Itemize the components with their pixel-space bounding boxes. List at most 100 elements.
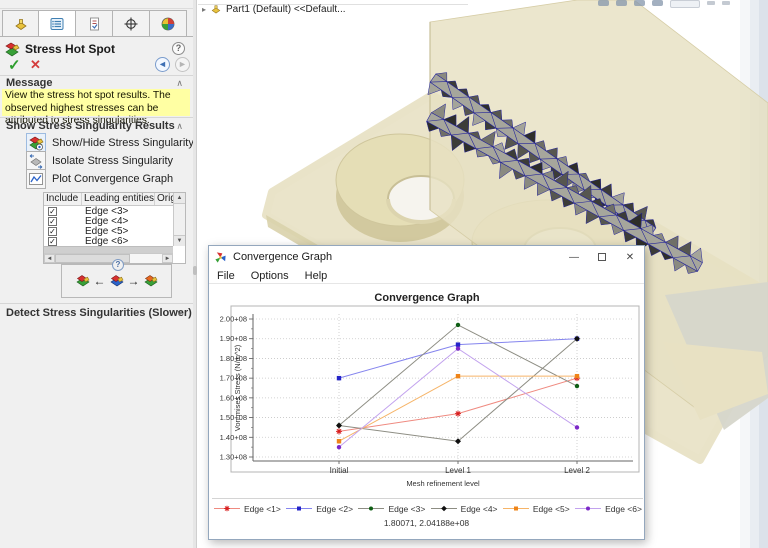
maximize-button[interactable] <box>588 246 616 268</box>
minimize-button[interactable]: — <box>560 246 588 268</box>
close-button[interactable]: ✕ <box>616 246 644 268</box>
view-tool-icon[interactable] <box>634 0 645 6</box>
collapse-chevron-icon[interactable]: ∧ <box>176 78 183 89</box>
table-row[interactable]: ✓ Edge <4> <box>44 216 173 227</box>
column-header-leading-entities[interactable]: Leading entities <box>82 193 155 205</box>
column-header-original[interactable]: Original/In <box>155 193 173 205</box>
legend-label: Edge <5> <box>532 503 570 514</box>
legend-item: Edge <3> <box>355 504 427 514</box>
back-arrow-button[interactable]: ◄ <box>155 57 170 72</box>
window-app-icon <box>215 251 226 263</box>
view-tool-icon[interactable] <box>652 0 663 6</box>
tab-dimxpertmanager[interactable] <box>113 10 150 37</box>
dimxpert-crosshair-icon <box>124 17 138 30</box>
show-hide-singularity-label: Show/Hide Stress Singularity <box>52 137 194 149</box>
view-tool-icon[interactable] <box>616 0 627 6</box>
svg-text:Convergence Graph: Convergence Graph <box>374 292 479 304</box>
convergence-graph-window[interactable]: Convergence Graph — ✕ File Options Help Co… <box>208 245 645 540</box>
svg-text:Initial: Initial <box>330 466 349 475</box>
tree-expand-icon[interactable]: ▸ <box>202 5 206 14</box>
cancel-button[interactable]: ✕ <box>30 57 41 73</box>
displaymanager-icon <box>161 17 175 30</box>
include-checkbox[interactable]: ✓ <box>48 206 57 216</box>
current-singularity-icon[interactable] <box>109 274 124 288</box>
svg-text:Mesh refinement level: Mesh refinement level <box>406 479 480 488</box>
svg-text:1.30+08: 1.30+08 <box>220 453 247 462</box>
splitter-handle[interactable] <box>193 266 197 275</box>
legend-label: Edge <4> <box>460 503 498 514</box>
svg-text:Von mises Stress (N/m^2): Von mises Stress (N/m^2) <box>233 344 242 431</box>
tab-featuremanager[interactable] <box>2 10 39 37</box>
forward-arrow-button[interactable]: ► <box>175 57 190 72</box>
isolate-singularity-icon <box>26 151 46 171</box>
include-checkbox[interactable]: ✓ <box>48 216 57 226</box>
plot-convergence-graph-label: Plot Convergence Graph <box>52 173 174 185</box>
scroll-down-icon[interactable]: ▼ <box>174 235 185 246</box>
ok-cancel-row: ✓ ✕ ◄ ► <box>0 56 193 74</box>
message-section-header[interactable]: Message <box>6 77 52 89</box>
table-row[interactable]: ✓ Edge <5> <box>44 226 173 237</box>
view-tool-dropdown[interactable] <box>670 0 700 8</box>
convergence-chart: Convergence Graph1.30+081.40+081.50+081.… <box>220 292 640 488</box>
table-row[interactable]: ✓ Edge <3> <box>44 206 173 217</box>
include-checkbox[interactable]: ✓ <box>48 236 57 246</box>
table-header-row: Include Leading entities Original/In <box>44 193 173 206</box>
table-selected-empty-row[interactable] <box>44 246 173 253</box>
plot-convergence-graph-button[interactable]: Plot Convergence Graph <box>26 169 173 189</box>
arrow-right-icon: → <box>127 274 140 288</box>
menu-item-help[interactable]: Help <box>297 270 336 282</box>
view-tool-icon[interactable] <box>598 0 609 6</box>
scroll-up-icon[interactable]: ▲ <box>174 193 185 204</box>
part-icon <box>211 5 221 14</box>
show-hide-singularity-icon <box>26 133 46 153</box>
svg-text:1.90+08: 1.90+08 <box>220 334 247 343</box>
legend-item: Edge <5> <box>500 504 572 514</box>
column-header-include[interactable]: Include <box>44 193 82 205</box>
feature-tree-flyout[interactable]: ▸ Part1 (Default) <<Default... <box>202 3 346 15</box>
window-title: Convergence Graph <box>233 251 333 263</box>
tab-configurationmanager[interactable] <box>76 10 113 37</box>
next-singularity-icon[interactable] <box>143 274 158 288</box>
legend-item: Edge <4> <box>428 504 500 514</box>
message-text: View the stress hot spot results. The ob… <box>2 89 190 126</box>
heads-up-toolbar[interactable] <box>598 0 730 9</box>
scroll-left-icon[interactable]: ◄ <box>44 254 55 263</box>
legend-item: Edge <2> <box>283 504 355 514</box>
collapse-chevron-icon[interactable]: ∧ <box>176 121 183 132</box>
stress-hot-spot-icon <box>5 42 20 57</box>
legend-label: Edge <1> <box>244 503 281 514</box>
svg-text:Level 2: Level 2 <box>564 466 590 475</box>
legend-item: Edge <6> <box>572 504 644 514</box>
view-tool-icon[interactable] <box>722 1 730 5</box>
tab-displaymanager[interactable] <box>150 10 187 37</box>
tab-propertymanager[interactable] <box>39 10 76 37</box>
include-checkbox[interactable]: ✓ <box>48 226 57 236</box>
table-vertical-scrollbar[interactable]: ▲ ▼ <box>173 193 185 246</box>
scroll-right-icon[interactable]: ► <box>162 254 173 263</box>
isolate-singularity-button[interactable]: Isolate Stress Singularity <box>26 151 173 171</box>
help-icon[interactable]: ? <box>172 42 185 55</box>
svg-text:1.40+08: 1.40+08 <box>220 433 247 442</box>
table-row[interactable]: ✓ Edge <6> <box>44 236 173 247</box>
legend-label: Edge <3> <box>388 503 426 514</box>
property-manager-panel: Stress Hot Spot ? ✓ ✕ ◄ ► Message ∧ View… <box>0 0 194 548</box>
results-section-header[interactable]: Show Stress Singularity Results <box>6 120 175 132</box>
scrollbar-track[interactable] <box>55 254 162 263</box>
view-tool-icon[interactable] <box>707 1 715 5</box>
singularity-navigation-group: ? ← → <box>61 259 172 298</box>
window-titlebar[interactable]: Convergence Graph — ✕ <box>209 246 644 268</box>
expand-chevron-icon[interactable]: ∨ <box>176 308 183 319</box>
singularity-entities-table: Include Leading entities Original/In ✓Ed… <box>43 192 186 264</box>
previous-singularity-icon[interactable] <box>75 274 90 288</box>
app-screen: Stress Hot Spot ? ✓ ✕ ◄ ► Message ∧ View… <box>0 0 768 548</box>
menu-item-file[interactable]: File <box>209 270 243 282</box>
group-help-icon[interactable]: ? <box>112 259 124 271</box>
show-hide-singularity-button[interactable]: Show/Hide Stress Singularity <box>26 133 194 153</box>
detect-section-header[interactable]: Detect Stress Singularities (Slower) <box>6 307 192 319</box>
propertymanager-icon <box>50 17 64 30</box>
panel-splitter[interactable] <box>193 0 197 548</box>
ok-button[interactable]: ✓ <box>8 56 21 74</box>
table-horizontal-scrollbar[interactable]: ◄ ► <box>44 253 173 263</box>
divider <box>0 117 193 118</box>
menu-item-options[interactable]: Options <box>243 270 297 282</box>
